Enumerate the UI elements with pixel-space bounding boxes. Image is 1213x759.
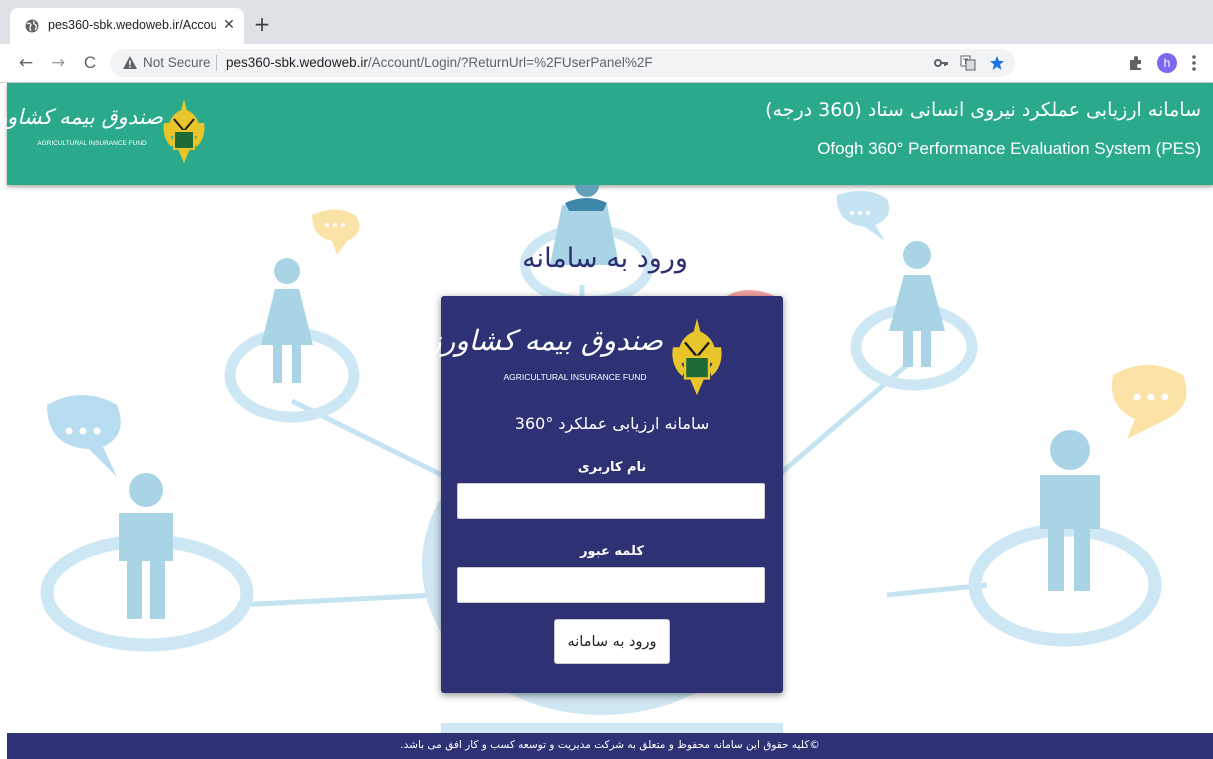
translate-icon[interactable] <box>960 55 976 71</box>
profile-avatar[interactable]: h <box>1157 53 1177 73</box>
browser-tab-bar: pes360-sbk.wedoweb.ir/Accou ✕ + <box>0 0 1213 44</box>
warning-icon <box>123 56 137 69</box>
globe-icon <box>25 19 39 33</box>
url-path: /Account/Login/?ReturnUrl=%2FUserPanel%2… <box>367 55 653 70</box>
tab-close-icon[interactable]: ✕ <box>220 16 238 34</box>
browser-tab[interactable]: pes360-sbk.wedoweb.ir/Accou ✕ <box>10 8 244 44</box>
browser-toolbar: ← → C Not Secure pes360-sbk.wedoweb.ir/A… <box>0 44 1213 83</box>
login-button[interactable]: ورود به سامانه <box>554 619 670 664</box>
url-host: pes360-sbk.wedoweb.ir <box>226 55 368 70</box>
puzzle-icon[interactable] <box>1127 54 1145 72</box>
header-title-persian: سامانه ارزیابی عملکرد نیروی انسانی ستاد … <box>765 99 1201 121</box>
new-tab-button[interactable]: + <box>252 14 272 34</box>
login-heading: ورود به سامانه <box>522 243 688 274</box>
address-divider <box>216 55 217 71</box>
reload-button[interactable]: C <box>80 53 100 73</box>
card-logo-name: صندوق بیمه کشاورزی <box>406 324 663 357</box>
username-label: نام کاربری <box>577 460 647 475</box>
address-bar[interactable]: Not Secure pes360-sbk.wedoweb.ir/Account… <box>110 49 1015 77</box>
card-logo-subtitle: AGRICULTURAL INSURANCE FUND <box>503 372 647 382</box>
password-label: کلمه عبور <box>580 544 644 559</box>
forward-button[interactable]: → <box>48 53 68 73</box>
url-text[interactable]: pes360-sbk.wedoweb.ir/Account/Login/?Ret… <box>226 55 653 70</box>
star-icon[interactable] <box>989 55 1005 71</box>
header-logo-name: صندوق بیمه کشاورزی <box>0 105 163 129</box>
key-icon[interactable] <box>933 55 949 71</box>
username-field[interactable] <box>457 483 765 519</box>
site-header: سامانه ارزیابی عملکرد نیروی انسانی ستاد … <box>0 83 1213 185</box>
emblem-icon <box>163 99 205 163</box>
menu-icon[interactable] <box>1188 52 1200 74</box>
password-field[interactable] <box>457 567 765 603</box>
header-logo-subtitle: AGRICULTURAL INSURANCE FUND <box>37 140 147 147</box>
copyright-text: ©کلیه حقوق این سامانه محفوظ و متعلق به ش… <box>400 739 820 751</box>
header-title-english: Ofogh 360° Performance Evaluation System… <box>817 139 1201 158</box>
tab-title: pes360-sbk.wedoweb.ir/Accou <box>48 18 216 32</box>
system-title: سامانه ارزیابی عملکرد °360 <box>514 414 710 433</box>
emblem-icon <box>672 318 722 396</box>
security-label[interactable]: Not Secure <box>143 55 211 70</box>
back-button[interactable]: ← <box>16 53 36 73</box>
site-footer: ©کلیه حقوق این سامانه محفوظ و متعلق به ش… <box>7 733 1213 759</box>
login-form: صندوق بیمه کشاورزی AGRICULTURAL INSURANC… <box>406 296 783 693</box>
